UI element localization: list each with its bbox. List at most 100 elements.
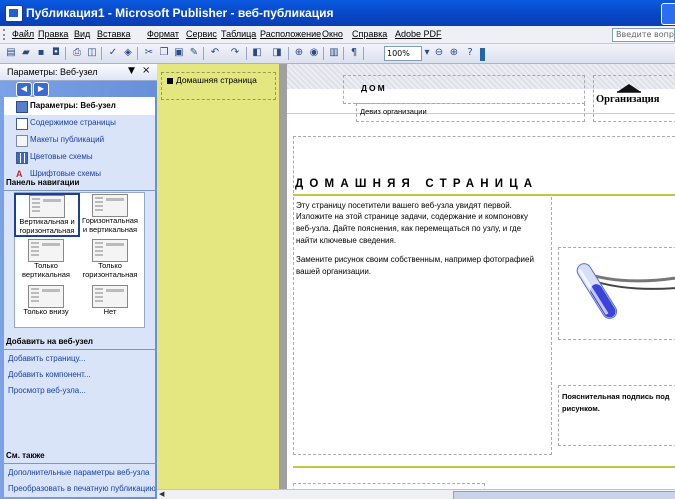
document-canvas[interactable]: ДОМ Девиз организации Организация ДОМАШН…: [279, 64, 675, 499]
org-logo-frame[interactable]: Организация: [593, 75, 675, 122]
title-bar[interactable]: Публикация1 - Microsoft Publisher - веб-…: [0, 0, 675, 26]
save-icon[interactable]: ▪: [34, 46, 48, 60]
zoom-in-icon[interactable]: ⊕: [447, 46, 461, 60]
nav-bar-section-heading: Панель навигации: [4, 176, 157, 191]
page-navigation-strip: Домашняя страница: [157, 64, 279, 499]
web-page: ДОМ Девиз организации Организация ДОМАШН…: [287, 64, 675, 499]
publisher-window: Публикация1 - Microsoft Publisher - веб-…: [0, 0, 675, 499]
caption-frame[interactable]: Пояснительная подпись под рисунком.: [558, 385, 675, 446]
task-pane: Параметры: Веб-узел ▼ × ◀ ▶ Параметры: В…: [0, 64, 157, 499]
insert-hyperlink-icon[interactable]: ⊕: [292, 46, 306, 60]
zoom-select[interactable]: 100%: [384, 46, 422, 61]
picture-frame[interactable]: [558, 247, 675, 340]
motto-textbox[interactable]: Девиз организации: [356, 103, 585, 122]
menu-format[interactable]: Формат: [147, 29, 179, 39]
scroll-thumb[interactable]: [453, 491, 675, 499]
menu-help[interactable]: Справка: [352, 29, 387, 39]
menu-table[interactable]: Таблица: [221, 29, 256, 39]
nav-bar-options: Вертикальная и горизонтальная Горизонтал…: [14, 192, 145, 328]
nav-thumbnail-icon: [92, 285, 128, 308]
scroll-left-icon[interactable]: ◀: [159, 490, 164, 498]
columns-icon[interactable]: ▥: [327, 46, 341, 60]
more-web-options-link[interactable]: Дополнительные параметры веб-узла: [0, 466, 155, 480]
menu-window[interactable]: Окно: [322, 29, 343, 39]
menu-insert[interactable]: Вставка: [97, 29, 130, 39]
copy-icon[interactable]: ❐: [157, 46, 171, 60]
page-content-icon: [16, 118, 28, 130]
nav-option-vertical-horizontal[interactable]: Вертикальная и горизонтальная: [14, 193, 80, 237]
nav-bar-frame[interactable]: ДОМ: [343, 75, 585, 104]
new-publication-icon[interactable]: ▤: [4, 46, 18, 60]
open-folder-icon[interactable]: ▰: [19, 46, 33, 60]
forward-arrow-icon[interactable]: ▶: [33, 82, 49, 97]
window-title: Публикация1 - Microsoft Publisher - веб-…: [26, 6, 334, 20]
web-page-preview-icon[interactable]: ◉: [307, 46, 321, 60]
zoom-out-icon[interactable]: ⊖: [432, 46, 446, 60]
layouts-icon: [16, 135, 28, 147]
task-pane-header: Параметры: Веб-узел ▼ ×: [0, 64, 157, 81]
help-icon[interactable]: ?: [463, 46, 477, 60]
color-schemes-icon: [16, 152, 28, 164]
window-control-button[interactable]: [661, 3, 675, 25]
publisher-app-icon[interactable]: [5, 5, 23, 22]
home-page-button[interactable]: Домашняя страница: [161, 72, 276, 100]
nav-home-label[interactable]: ДОМ: [361, 83, 387, 93]
add-to-site-section-heading: Добавить на веб-узел: [4, 335, 157, 350]
help-question-input[interactable]: Введите вопрос: [612, 28, 675, 42]
menu-arrange[interactable]: Расположение: [260, 29, 321, 39]
menu-edit[interactable]: Правка: [38, 29, 68, 39]
show-formatting-marks-icon[interactable]: ¶: [347, 46, 361, 60]
bring-forward-icon[interactable]: ◧: [250, 46, 264, 60]
caption-line: Пояснительная подпись под: [562, 392, 670, 401]
body-line: Эту страницу посетители вашего веб-узла …: [296, 201, 512, 210]
menu-bar: Файл Правка Вид Вставка Формат Сервис Та…: [0, 26, 675, 44]
nav-thumbnail-icon: [28, 239, 64, 262]
body-line: найти ключевые сведения.: [296, 236, 397, 245]
toolbar-options-icon[interactable]: [480, 48, 485, 61]
menu-grip-handle[interactable]: [3, 29, 8, 40]
nav-thumbnail-icon: [92, 194, 128, 217]
body-line: веб-узла. Дайте пояснения, как перемещат…: [296, 224, 522, 233]
org-name-text: Организация: [596, 94, 660, 105]
horizontal-scrollbar[interactable]: ◀: [157, 489, 675, 499]
convert-to-print-link[interactable]: Преобразовать в печатную публикацию: [0, 482, 155, 496]
nav-option-vertical-only[interactable]: Только вертикальная: [15, 239, 77, 279]
chevron-down-icon[interactable]: ▼: [128, 66, 135, 76]
undo-icon[interactable]: ↶: [208, 46, 222, 60]
format-painter-icon[interactable]: ✎: [187, 46, 201, 60]
send-backward-icon[interactable]: ◨: [270, 46, 284, 60]
nav-option-bottom-only[interactable]: Только внизу: [15, 285, 77, 325]
nav-thumbnail-icon: [29, 195, 65, 218]
print-icon[interactable]: ⎙: [70, 46, 84, 60]
menu-adobe-pdf[interactable]: Adobe PDF: [395, 29, 442, 39]
close-icon[interactable]: ×: [142, 65, 150, 76]
page-marker-icon: [167, 78, 173, 84]
caption-line: рисунком.: [562, 404, 600, 413]
print-preview-icon[interactable]: ◫: [85, 46, 99, 60]
cut-icon[interactable]: ✂: [142, 46, 156, 60]
motto-text: Девиз организации: [360, 107, 427, 116]
logo-triangle-icon: [617, 84, 641, 93]
page-heading[interactable]: ДОМАШНЯЯ СТРАНИЦА: [295, 178, 538, 190]
back-arrow-icon[interactable]: ◀: [16, 82, 32, 97]
body-line: вашей организации.: [296, 267, 372, 276]
nav-option-horizontal-vertical[interactable]: Горизонтальная и вертикальная: [79, 194, 141, 234]
standard-toolbar: ▤ ▰ ▪ ◘ ⎙ ◫ ✓ ◈ ✂ ❐ ▣ ✎ ↶ ↷ ◧ ◨ ⊕ ◉ ▥ ¶ …: [0, 44, 675, 64]
body-line: Изложите на этой странице задачи, содерж…: [296, 212, 528, 221]
research-icon[interactable]: ◈: [121, 46, 135, 60]
test-tube-image: [576, 263, 675, 319]
menu-view[interactable]: Вид: [74, 29, 90, 39]
menu-file[interactable]: Файл: [12, 29, 34, 39]
redo-icon[interactable]: ↷: [228, 46, 242, 60]
see-also-section-heading: См. также: [4, 449, 157, 464]
permission-icon[interactable]: ◘: [49, 46, 63, 60]
menu-tools[interactable]: Сервис: [186, 29, 217, 39]
footer-rule: [293, 466, 675, 468]
nav-option-none[interactable]: Нет: [79, 285, 141, 325]
paste-icon[interactable]: ▣: [172, 46, 186, 60]
spelling-icon[interactable]: ✓: [106, 46, 120, 60]
web-options-icon: [16, 101, 28, 113]
nav-thumbnail-icon: [28, 285, 64, 308]
task-pane-body: Параметры: Веб-узел Содержимое страницы …: [4, 97, 157, 497]
nav-option-horizontal-only[interactable]: Только горизонтальная: [79, 239, 141, 279]
